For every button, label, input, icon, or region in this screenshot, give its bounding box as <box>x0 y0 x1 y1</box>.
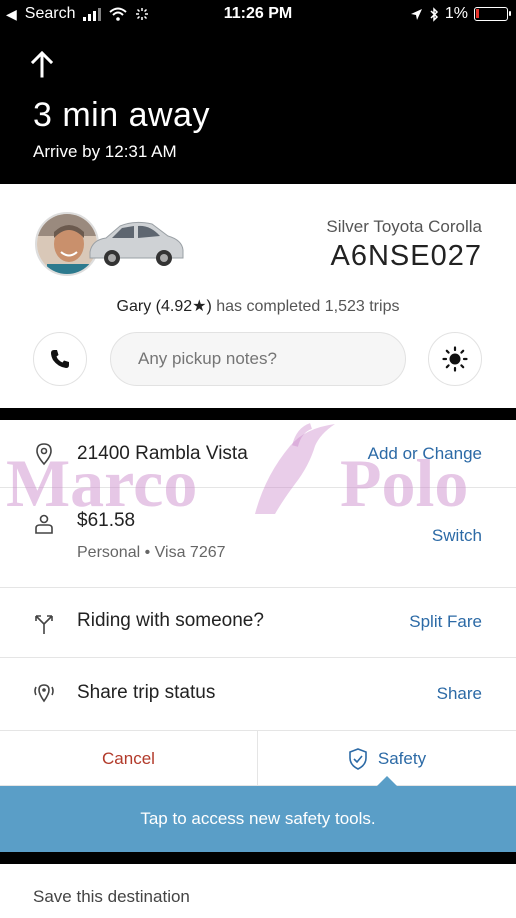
destination-address: 21400 Rambla Vista <box>77 443 248 464</box>
share-trip-row[interactable]: Share trip status Share <box>0 658 516 731</box>
collapse-arrow-icon[interactable] <box>30 50 54 78</box>
driver-summary: Gary (4.92★) has completed 1,523 trips <box>0 296 516 316</box>
beacon-button[interactable] <box>428 332 482 386</box>
arrival-time: Arrive by 12:31 AM <box>33 142 177 161</box>
pickup-notes-input[interactable] <box>110 332 406 386</box>
switch-payment-link[interactable]: Switch <box>432 526 482 546</box>
sun-icon <box>442 346 468 372</box>
trip-header: 3 min away Arrive by 12:31 AM <box>0 30 516 184</box>
status-bar: ◀ Search 11:26 PM 1% <box>0 0 516 30</box>
split-arrows-icon <box>35 615 53 634</box>
share-link[interactable]: Share <box>437 684 482 704</box>
split-fare-link[interactable]: Split Fare <box>409 612 482 632</box>
license-plate: A6NSE027 <box>330 240 482 272</box>
bluetooth-icon <box>430 6 438 22</box>
cancel-trip-button[interactable]: Cancel <box>0 731 258 786</box>
split-fare-row[interactable]: Riding with someone? Split Fare <box>0 588 516 658</box>
eta-title: 3 min away <box>33 96 210 134</box>
safety-label: Safety <box>377 748 427 768</box>
driver-trips: has completed 1,523 trips <box>211 298 400 315</box>
battery-percent: 1% <box>444 5 468 22</box>
driver-card: Silver Toyota Corolla A6NSE027 Gary (4.9… <box>0 184 516 408</box>
driver-name-rating: Gary (4.92★) <box>116 298 212 315</box>
status-right: 1% <box>410 5 511 23</box>
person-icon <box>35 514 53 534</box>
banner-pointer <box>377 776 397 786</box>
payment-row[interactable]: $61.58 Personal • Visa 7267 Switch <box>0 488 516 588</box>
destination-row[interactable]: 21400 Rambla Vista Add or Change <box>0 420 516 488</box>
share-trip-status-label: Share trip status <box>77 682 216 703</box>
call-driver-button[interactable] <box>33 332 87 386</box>
save-destination-link[interactable]: Save this destination <box>33 887 190 907</box>
trip-details-list: 21400 Rambla Vista Add or Change $61.58 … <box>0 420 516 786</box>
split-fare-prompt: Riding with someone? <box>77 610 264 631</box>
battery-icon <box>474 7 511 21</box>
trip-actions: Cancel Safety <box>0 731 516 786</box>
location-pin-icon <box>36 443 52 466</box>
footer: Save this destination <box>0 864 516 918</box>
phone-icon <box>51 350 69 368</box>
safety-tools-banner[interactable]: Tap to access new safety tools. <box>0 786 516 852</box>
location-arrow-icon <box>410 8 422 20</box>
payment-method: Personal • Visa 7267 <box>77 544 226 561</box>
car-model: Silver Toyota Corolla <box>326 217 482 236</box>
add-change-destination-link[interactable]: Add or Change <box>368 444 482 464</box>
shield-icon <box>349 747 367 770</box>
car-image <box>89 221 184 266</box>
fare-amount: $61.58 <box>77 510 136 531</box>
share-location-icon <box>34 684 54 703</box>
